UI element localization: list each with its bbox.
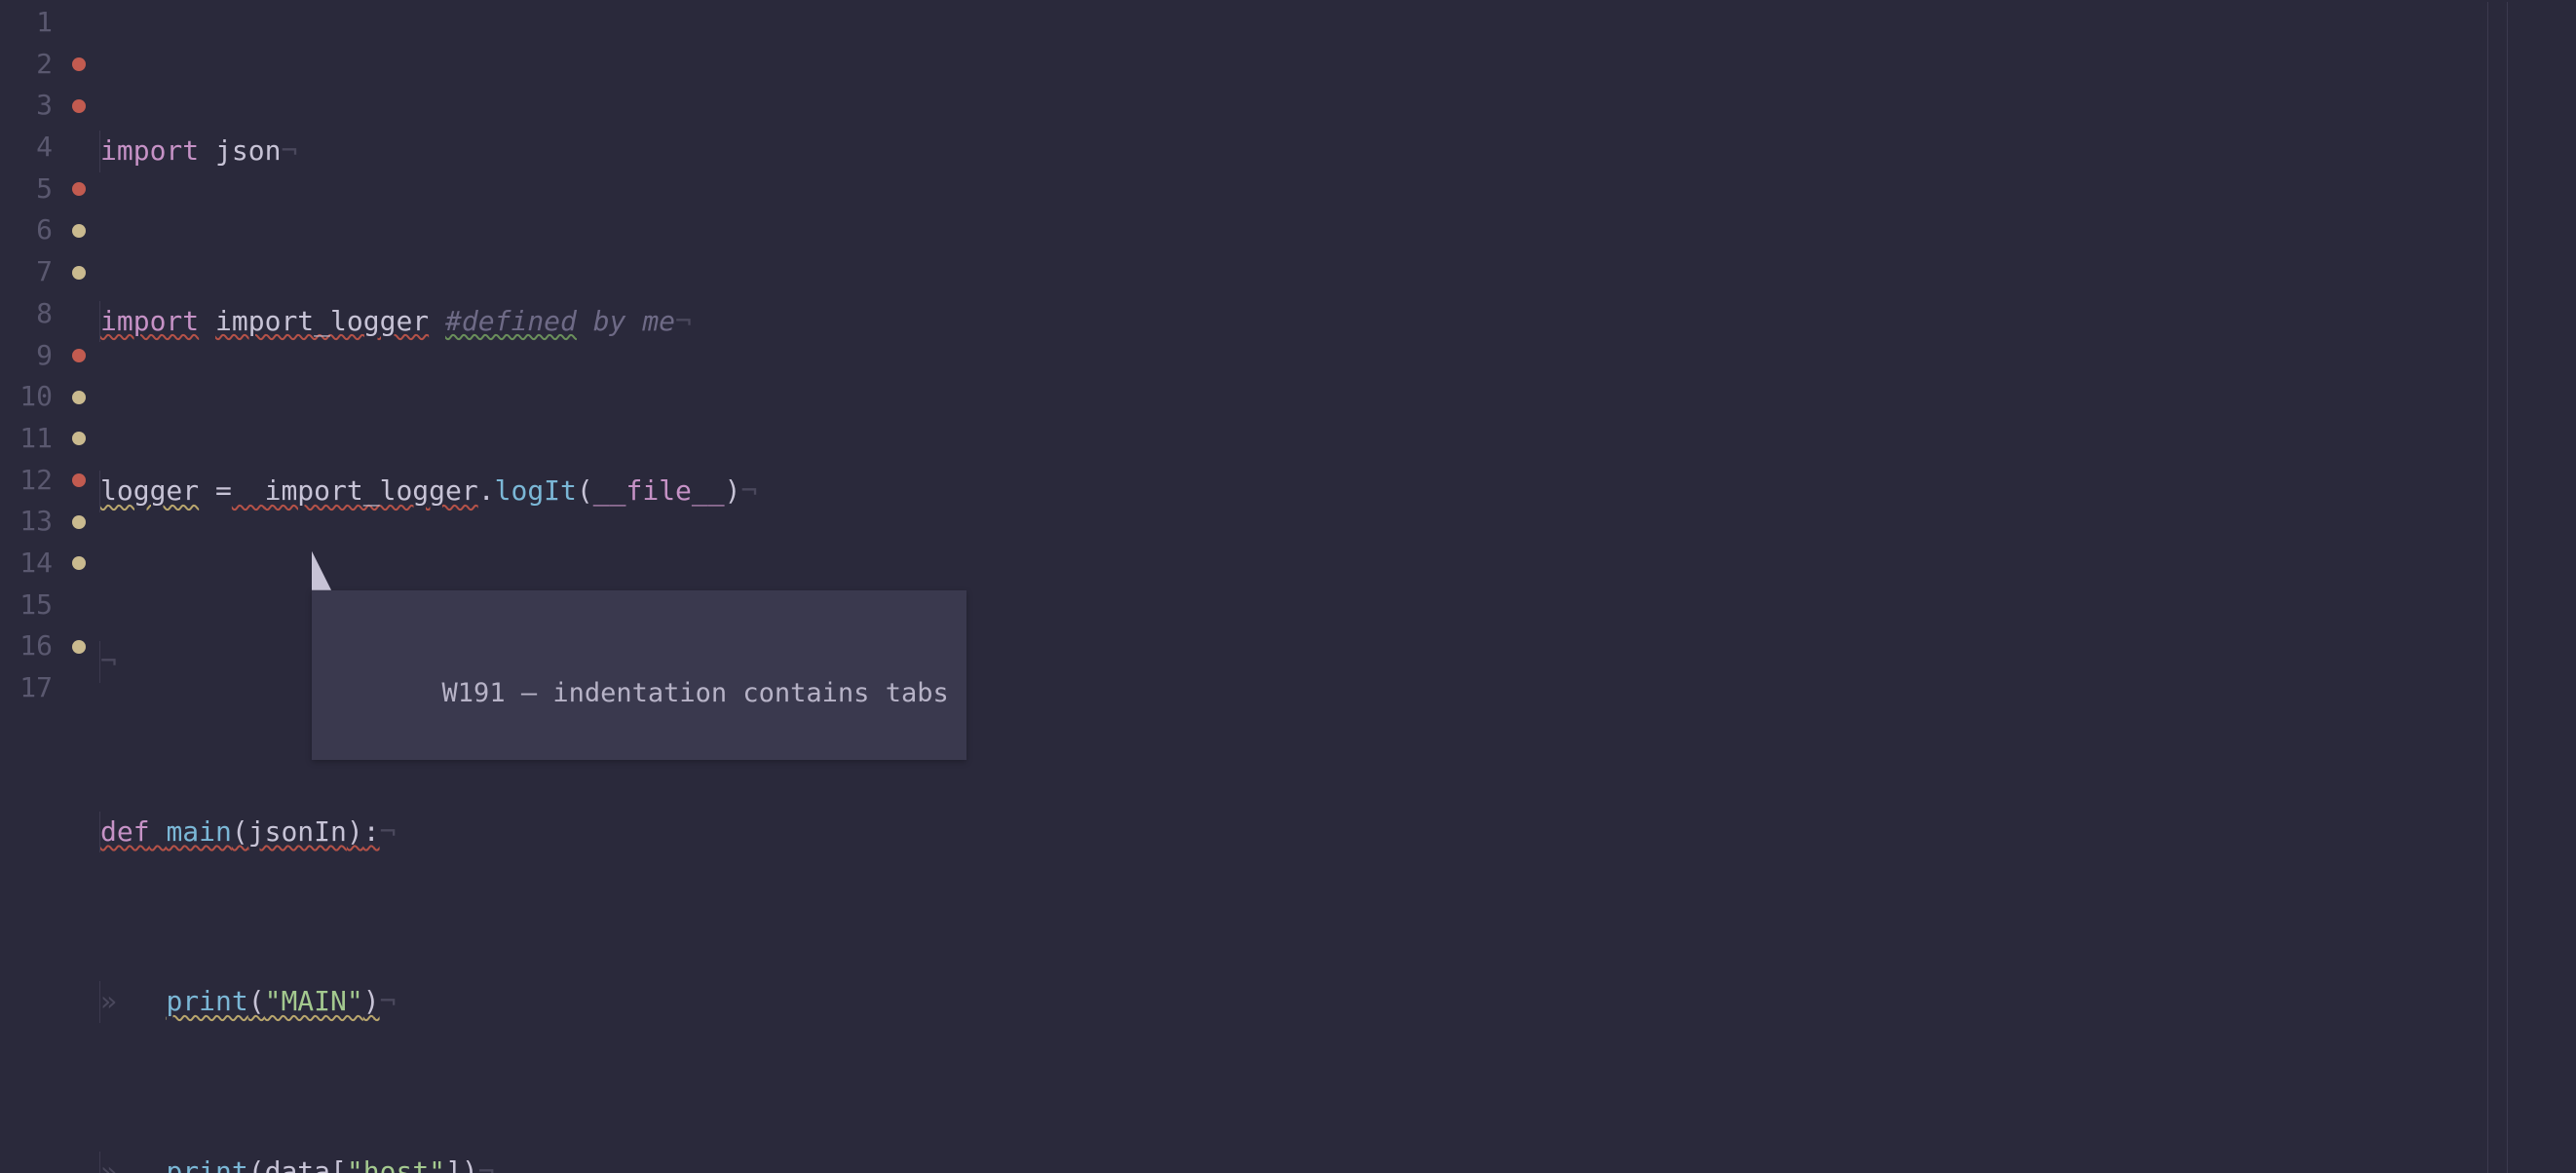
lint-marker-gutter xyxy=(62,2,99,1173)
line-number: 13 xyxy=(0,501,62,543)
line-number: 10 xyxy=(0,376,62,418)
line-number: 6 xyxy=(0,209,62,251)
code-line[interactable]: » print("MAIN")¬ xyxy=(99,981,2576,1023)
tab-whitespace: » xyxy=(100,1155,166,1173)
line-number-gutter: 1 2 3 4 5 6 7 8 9 10 11 12 13 14 15 16 1… xyxy=(0,2,62,1173)
line-number: 17 xyxy=(0,667,62,709)
function-call: print xyxy=(166,1155,247,1173)
code-line[interactable]: » print(data["host"])¬ xyxy=(99,1152,2576,1173)
code-line[interactable]: import json¬ xyxy=(99,131,2576,172)
lint-tooltip: W191 — indentation contains tabs xyxy=(312,590,966,760)
code-line[interactable]: import import_logger #defined by me¬ xyxy=(99,301,2576,343)
line-number: 11 xyxy=(0,418,62,460)
function-def: main xyxy=(166,815,231,848)
code-area[interactable]: import json¬ import import_logger #defin… xyxy=(99,2,2576,1173)
identifier: import_logger xyxy=(265,474,478,507)
keyword: import xyxy=(100,134,199,167)
lint-dot-icon[interactable] xyxy=(72,57,86,71)
line-number: 12 xyxy=(0,460,62,502)
cursor-caret-icon xyxy=(312,551,331,590)
line-number: 8 xyxy=(0,293,62,335)
parameter: jsonIn xyxy=(248,815,347,848)
module-name: json xyxy=(215,134,281,167)
keyword: import xyxy=(100,305,199,337)
lint-dot-icon[interactable] xyxy=(72,182,86,196)
lint-dot-icon[interactable] xyxy=(72,391,86,404)
line-number: 7 xyxy=(0,251,62,293)
dunder: __file__ xyxy=(593,474,725,507)
line-number: 3 xyxy=(0,85,62,127)
eol-marker: ¬ xyxy=(675,305,692,337)
code-editor[interactable]: 1 2 3 4 5 6 7 8 9 10 11 12 13 14 15 16 1… xyxy=(0,0,2576,1173)
line-number: 16 xyxy=(0,625,62,667)
line-number: 15 xyxy=(0,585,62,626)
tab-whitespace: » xyxy=(100,985,166,1017)
lint-dot-icon[interactable] xyxy=(72,473,86,487)
eol-marker: ¬ xyxy=(100,645,117,677)
identifier: data xyxy=(265,1155,330,1173)
line-number: 1 xyxy=(0,2,62,44)
function-call: print xyxy=(166,985,247,1017)
line-number: 2 xyxy=(0,44,62,86)
line-number: 9 xyxy=(0,335,62,377)
line-number: 14 xyxy=(0,543,62,585)
line-number: 4 xyxy=(0,127,62,169)
comment: by me xyxy=(593,305,675,337)
eol-marker: ¬ xyxy=(380,985,397,1017)
column-ruler xyxy=(2507,2,2508,1173)
eol-marker: ¬ xyxy=(281,134,297,167)
code-line[interactable]: logger = import_logger.logIt(__file__)¬ xyxy=(99,471,2576,512)
lint-message: W191 — indentation contains tabs xyxy=(442,678,949,708)
eol-marker: ¬ xyxy=(478,1155,495,1173)
string-literal: "MAIN" xyxy=(265,985,363,1017)
eol-marker: ¬ xyxy=(380,815,397,848)
lint-dot-icon[interactable] xyxy=(72,266,86,280)
string-literal: "host" xyxy=(347,1155,445,1173)
lint-dot-icon[interactable] xyxy=(72,640,86,654)
comment: #defined xyxy=(445,305,577,337)
lint-dot-icon[interactable] xyxy=(72,224,86,238)
lint-dot-icon[interactable] xyxy=(72,99,86,113)
lint-dot-icon[interactable] xyxy=(72,556,86,570)
identifier: logger xyxy=(100,474,199,507)
function-call: logIt xyxy=(495,474,577,507)
module-name: import_logger xyxy=(215,305,429,337)
code-line[interactable]: def main(jsonIn):¬ xyxy=(99,812,2576,853)
column-ruler xyxy=(2487,2,2488,1173)
line-number: 5 xyxy=(0,169,62,210)
lint-dot-icon[interactable] xyxy=(72,349,86,362)
lint-dot-icon[interactable] xyxy=(72,515,86,529)
eol-marker: ¬ xyxy=(740,474,757,507)
keyword: def xyxy=(100,815,150,848)
lint-dot-icon[interactable] xyxy=(72,432,86,445)
